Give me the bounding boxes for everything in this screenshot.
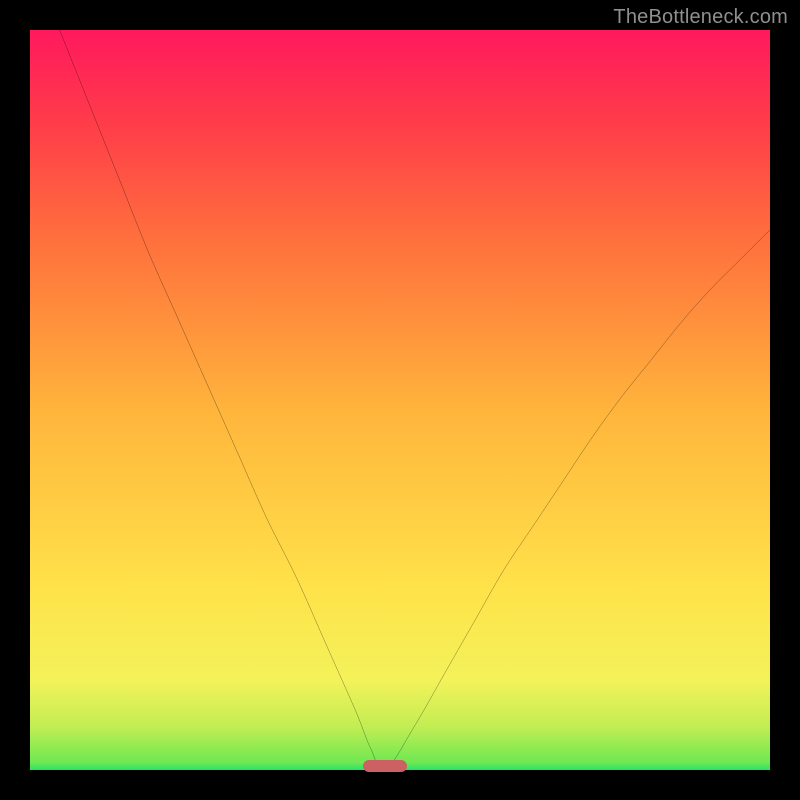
optimum-marker <box>363 760 407 772</box>
chart-frame: TheBottleneck.com <box>0 0 800 800</box>
bottleneck-curve <box>30 30 770 770</box>
plot-area <box>30 30 770 770</box>
watermark-text: TheBottleneck.com <box>613 6 788 29</box>
